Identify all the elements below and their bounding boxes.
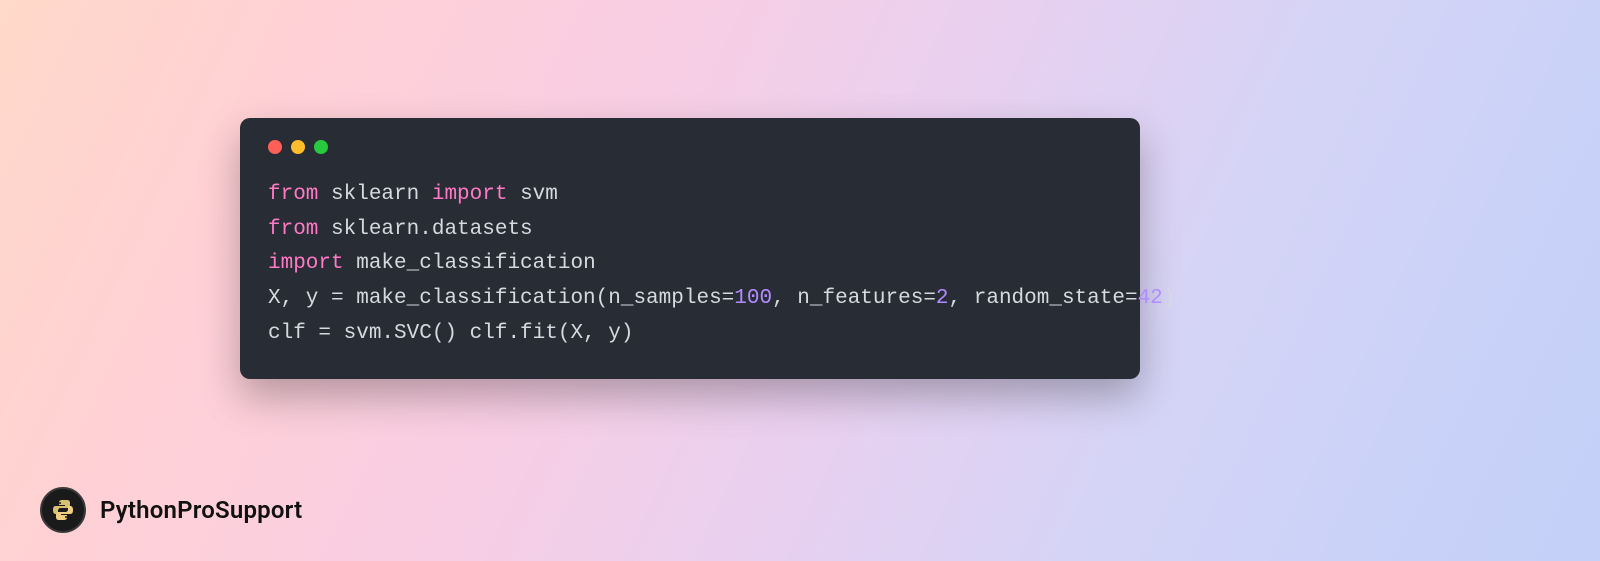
keyword-import: import <box>268 252 344 275</box>
code-line-4: X, y = make_classification(n_samples=100… <box>268 287 1175 310</box>
code-block: from sklearn import svm from sklearn.dat… <box>268 178 1112 351</box>
code-line-5: clf = svm.SVC() clf.fit(X, y) <box>268 322 633 345</box>
number-literal: 42 <box>1138 287 1163 310</box>
number-literal: 100 <box>734 287 772 310</box>
code-window: from sklearn import svm from sklearn.dat… <box>240 118 1140 379</box>
keyword-import: import <box>432 183 508 206</box>
code-line-3: import make_classification <box>268 252 596 275</box>
footer: PythonProSupport <box>40 487 302 533</box>
keyword-from: from <box>268 183 318 206</box>
number-literal: 2 <box>936 287 949 310</box>
minimize-icon <box>291 140 305 154</box>
close-icon <box>268 140 282 154</box>
brand-logo <box>40 487 86 533</box>
keyword-from: from <box>268 218 318 241</box>
window-traffic-lights <box>268 140 1112 154</box>
code-line-1: from sklearn import svm <box>268 183 558 206</box>
python-icon <box>51 498 75 522</box>
code-line-2: from sklearn.datasets <box>268 218 533 241</box>
maximize-icon <box>314 140 328 154</box>
brand-name: PythonProSupport <box>100 496 302 524</box>
